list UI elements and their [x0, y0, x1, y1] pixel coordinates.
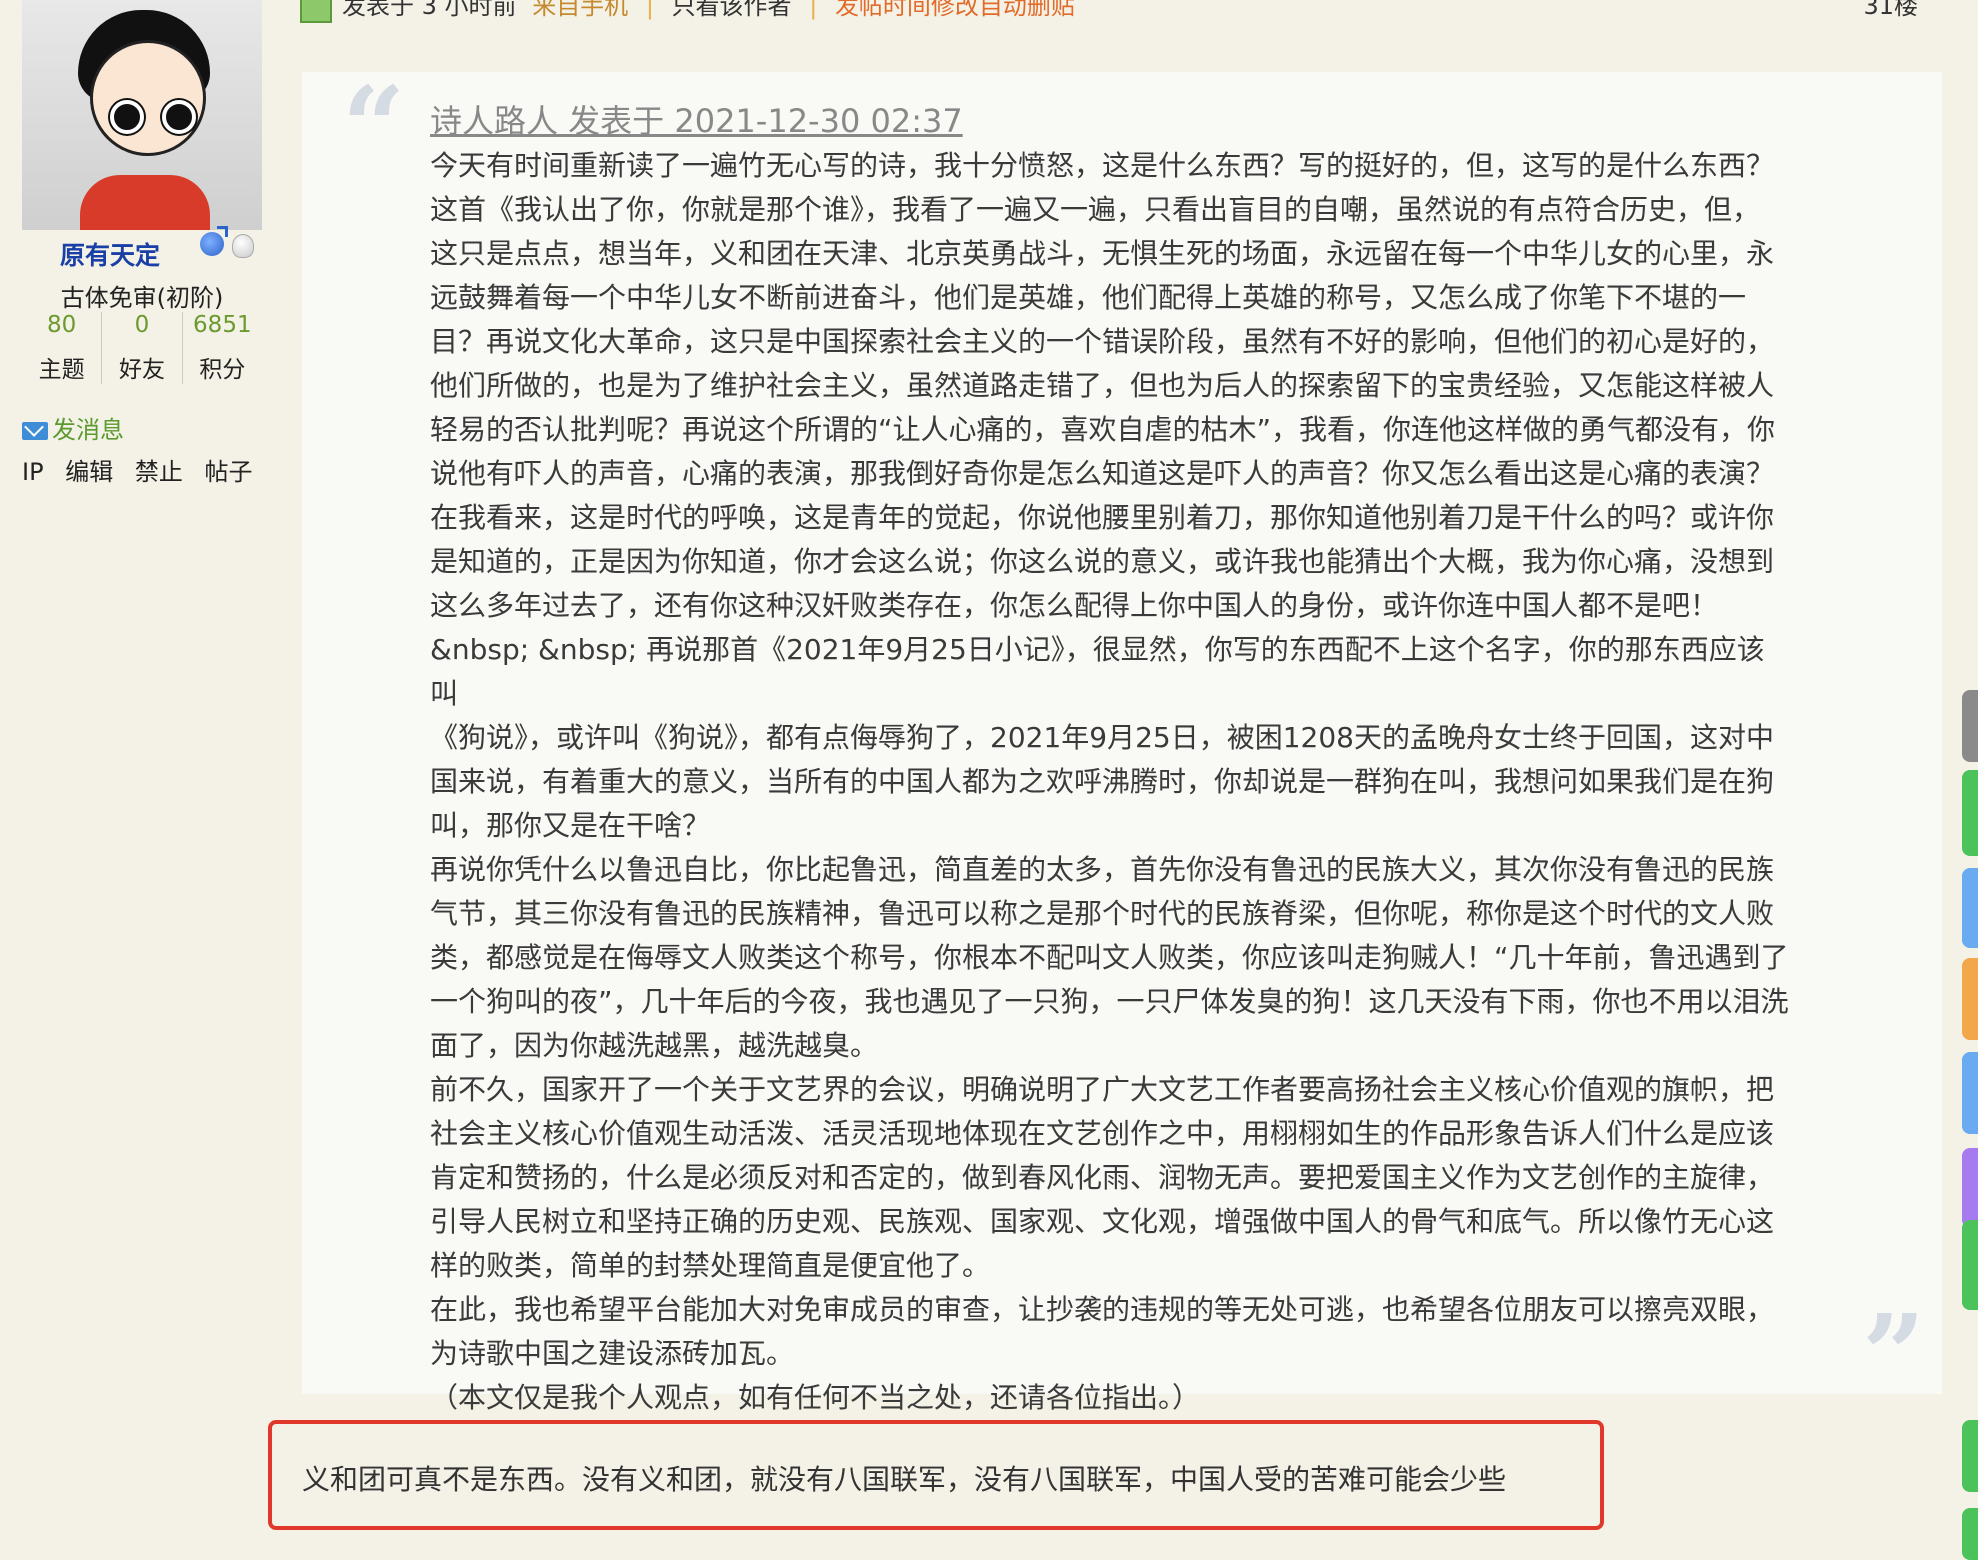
offline-bulb-icon	[232, 234, 254, 258]
quote-line: 是知道的，正是因为你知道，你才会这么说；你这么说的意义，或许我也能猜出个大概，我…	[430, 545, 1775, 578]
user-rank: 古体免审(初阶)	[60, 284, 224, 312]
side-tab[interactable]	[1962, 1220, 1978, 1310]
meta-separator-2: |	[809, 0, 818, 20]
quote-line: 社会主义核心价值观生动活泼、活灵活现地体现在文艺创作之中，用栩栩如生的作品形象告…	[430, 1117, 1775, 1150]
quote-line: 在我看来，这是时代的呼唤，这是青年的觉起，你说他腰里别着刀，那你知道他别着刀是干…	[430, 501, 1775, 534]
quote-line: 说他有吓人的声音，心痛的表演，那我倒好奇你是怎么知道这是吓人的声音？你又怎么看出…	[430, 457, 1775, 490]
post-meta-row: 发表于 3 小时前 来自手机 | 只看该作者 | 发帖时间修改自动删贴	[300, 0, 1075, 23]
stat-label: 好友	[118, 357, 165, 383]
stat-value: 0	[134, 312, 150, 338]
avatar[interactable]	[22, 0, 262, 230]
send-message-link[interactable]: 发消息	[22, 410, 124, 445]
quote-line: 国来说，有着重大的意义，当所有的中国人都为之欢呼沸腾时，你却说是一群狗在叫，我想…	[430, 765, 1775, 798]
stat-label: 主题	[38, 357, 85, 383]
admin-link-ip[interactable]: IP	[22, 458, 44, 486]
quote-line: （本文仅是我个人观点，如有任何不当之处，还请各位指出。）	[430, 1381, 1201, 1414]
side-tab[interactable]	[1962, 1052, 1978, 1134]
quote-line: 这首《我认出了你，你就是那个谁》，我看了一遍又一遍，只看出盲目的自嘲，虽然说的有…	[430, 193, 1761, 226]
reply-text: 义和团可真不是东西。没有义和团，就没有八国联军，没有八国联军，中国人受的苦难可能…	[302, 1463, 1507, 1496]
quote-line: 《狗说》，或许叫《狗说》，都有点侮辱狗了，2021年9月25日，被困1208天的…	[430, 721, 1774, 754]
quote-line: 肯定和赞扬的，什么是必须反对和否定的，做到春风化雨、润物无声。要把爱国主义作为文…	[430, 1161, 1775, 1194]
side-tab[interactable]	[1962, 1508, 1978, 1560]
quote-header-link[interactable]: 诗人路人 发表于 2021-12-30 02:37	[430, 96, 963, 142]
quote-line: 在此，我也希望平台能加大对免审成员的审查，让抄袭的违规的等无处可逃，也希望各位朋…	[430, 1293, 1775, 1326]
admin-links: IP 编辑 禁止 帖子	[22, 452, 266, 487]
admin-link-edit[interactable]: 编辑	[65, 458, 113, 486]
quote-line: 气节，其三你没有鲁迅的民族精神，鲁迅可以称之是那个时代的民族脊梁，但你呢，称你是…	[430, 897, 1775, 930]
only-author-link[interactable]: 只看该作者	[672, 0, 792, 20]
user-stats: 80 主题 0 好友 6851 积分	[22, 312, 262, 384]
quote-line: 叫，那你又是在干啥？	[430, 809, 711, 842]
post-source: 来自手机	[532, 0, 629, 20]
admin-link-posts[interactable]: 帖子	[204, 458, 252, 486]
side-tab[interactable]	[1962, 958, 1978, 1040]
stat-label: 积分	[199, 357, 246, 383]
online-status-icon	[300, 0, 332, 23]
stat-points[interactable]: 6851 积分	[181, 312, 262, 384]
quote-line: 引导人民树立和坚持正确的历史观、民族观、国家观、文化观，增强做中国人的骨气和底气…	[430, 1205, 1775, 1238]
side-tab[interactable]	[1962, 690, 1978, 762]
stat-value: 6851	[193, 312, 252, 338]
quote-line: 今天有时间重新读了一遍竹无心写的诗，我十分愤怒，这是什么东西？写的挺好的，但，这…	[430, 149, 1775, 182]
side-tab[interactable]	[1962, 770, 1978, 856]
quote-line: 面了，因为你越洗越黑，越洗越臭。	[430, 1029, 879, 1062]
side-tab[interactable]	[1962, 868, 1978, 948]
meta-separator: |	[645, 0, 654, 20]
quote-line: 远鼓舞着每一个中华儿女不断前进奋斗，他们是英雄，他们配得上英雄的称号，又怎么成了…	[430, 281, 1747, 314]
send-message-label: 发消息	[52, 416, 124, 444]
male-gender-icon	[200, 226, 228, 256]
stat-friends[interactable]: 0 好友	[101, 312, 181, 384]
side-tab[interactable]	[1962, 1148, 1978, 1228]
quote-line: 这么多年过去了，还有你这种汉奸败类存在，你怎么配得上你中国人的身份，或许你连中国…	[430, 589, 1719, 622]
quote-line: 目？再说文化大革命，这只是中国探索社会主义的一个错误阶段，虽然有不好的影响，但他…	[430, 325, 1775, 358]
username[interactable]: 原有天定	[60, 236, 160, 272]
open-quote-icon: “	[342, 62, 406, 191]
post-time: 3 小时前	[421, 0, 517, 20]
quote-line: 前不久，国家开了一个关于文艺界的会议，明确说明了广大文艺工作者要高扬社会主义核心…	[430, 1073, 1775, 1106]
stat-value: 80	[47, 312, 77, 338]
quote-line: 样的败类，简单的封禁处理简直是便宜他了。	[430, 1249, 991, 1282]
quote-body: 今天有时间重新读了一遍竹无心写的诗，我十分愤怒，这是什么东西？写的挺好的，但，这…	[430, 144, 1790, 1420]
quote-line: 类，都感觉是在侮辱文人败类这个称号，你根本不配叫文人败类，你应该叫走狗贼人！“几…	[430, 941, 1789, 974]
edit-notice: 发帖时间修改自动删贴	[834, 0, 1075, 20]
close-quote-icon: ”	[1862, 1290, 1926, 1419]
posted-prefix: 发表于	[342, 0, 414, 20]
quote-line: 轻易的否认批判呢？再说这个所谓的“让人心痛的，喜欢自虐的枯木”，我看，你连他这样…	[430, 413, 1776, 446]
quote-line: 他们所做的，也是为了维护社会主义，虽然道路走错了，但也为后人的探索留下的宝贵经验…	[430, 369, 1775, 402]
side-tab[interactable]	[1962, 1420, 1978, 1492]
stat-threads[interactable]: 80 主题	[22, 312, 101, 384]
quote-line: 这只是点点，想当年，义和团在天津、北京英勇战斗，无惧生死的场面，永远留在每一个中…	[430, 237, 1775, 270]
quote-line: &nbsp; &nbsp; 再说那首《2021年9月25日小记》，很显然，你写的…	[430, 633, 1765, 710]
quote-line: 为诗歌中国之建设添砖加瓦。	[430, 1337, 795, 1370]
admin-link-ban[interactable]: 禁止	[135, 458, 183, 486]
floor-number: 31楼	[1863, 0, 1918, 20]
quote-line: 一个狗叫的夜”，几十年后的今夜，我也遇见了一只狗，一只尸体发臭的狗！这几天没有下…	[430, 985, 1789, 1018]
quote-line: 再说你凭什么以鲁迅自比，你比起鲁迅，简直差的太多，首先你没有鲁迅的民族大义，其次…	[430, 853, 1775, 886]
mail-icon	[22, 422, 48, 440]
